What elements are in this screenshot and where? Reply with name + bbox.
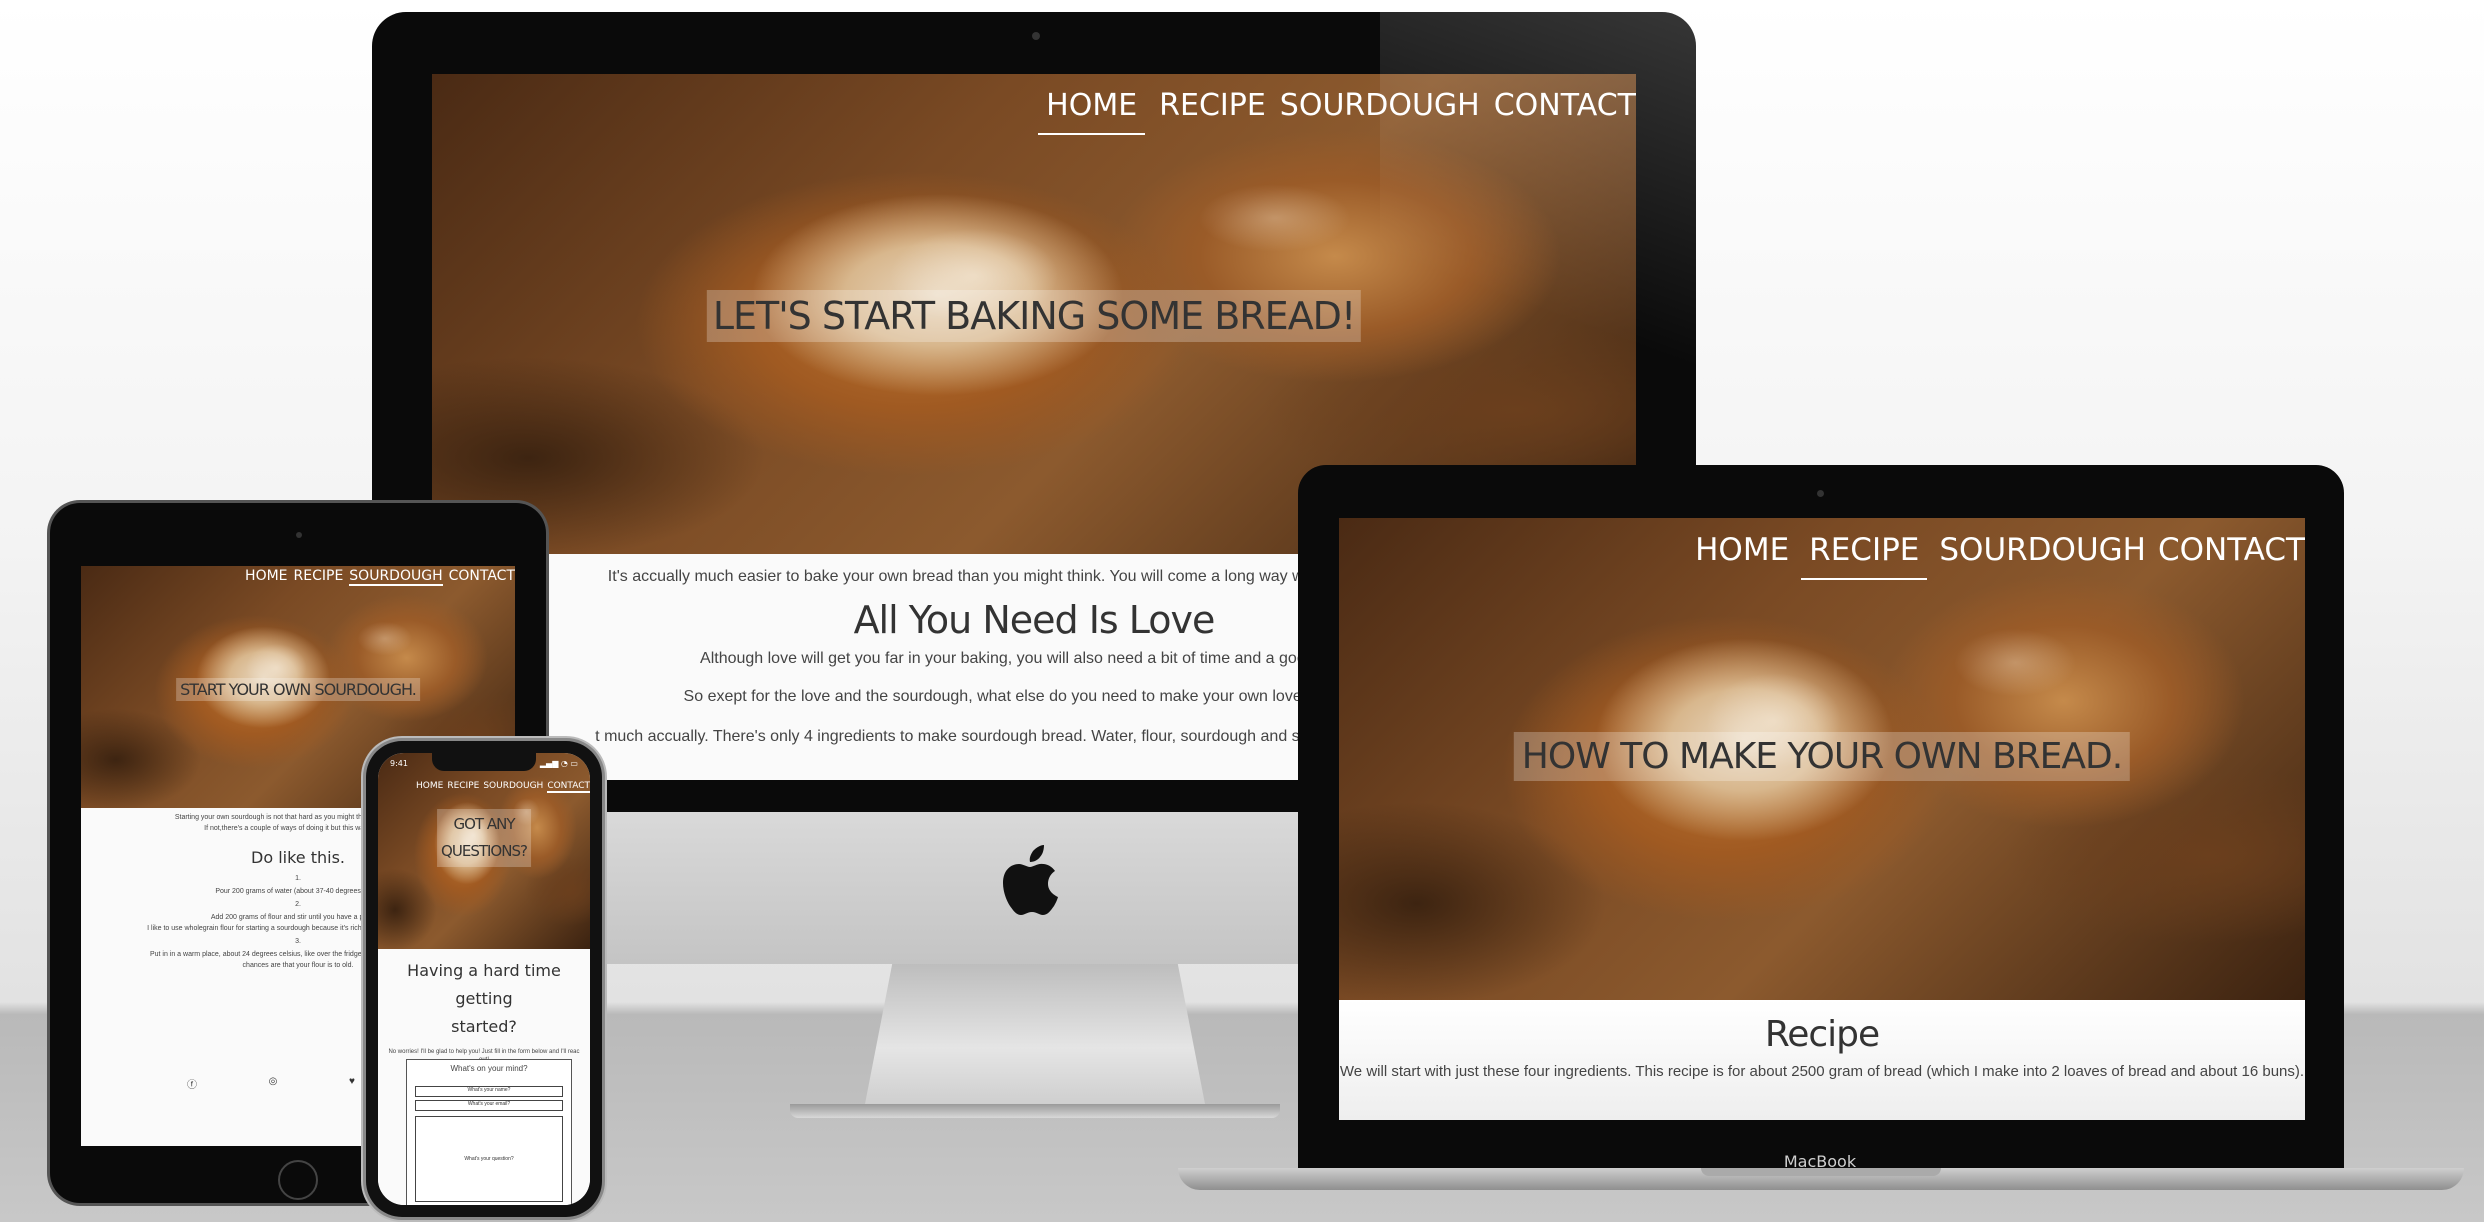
- macbook-camera: [1817, 490, 1824, 497]
- hero-title: START YOUR OWN SOURDOUGH.: [176, 678, 420, 701]
- nav-recipe[interactable]: RECIPE: [447, 781, 479, 791]
- nav-recipe[interactable]: RECIPE: [1159, 88, 1266, 123]
- nav-home[interactable]: HOME: [245, 568, 287, 584]
- main-nav: HOME RECIPE SOURDOUGH CONTACT: [245, 568, 515, 586]
- instagram-icon[interactable]: ◎: [269, 1076, 278, 1091]
- paragraph: We will start with just these four ingre…: [1339, 1063, 2305, 1080]
- paragraph: No worries! I'll be glad to help you! Ju…: [388, 1049, 580, 1055]
- hero-title-line: GOT ANY: [453, 815, 515, 833]
- status-bar: 9:41 ▂▄▆ ◔ ▭: [390, 759, 578, 768]
- iphone-screen: 9:41 ▂▄▆ ◔ ▭ HOME RECIPE SOURDOUGH CONTA…: [378, 753, 590, 1205]
- section-heading: Recipe: [1764, 1014, 1880, 1055]
- form-title: What's on your mind?: [450, 1064, 528, 1073]
- nav-sourdough[interactable]: SOURDOUGH: [1939, 532, 2146, 568]
- nav-recipe[interactable]: RECIPE: [1801, 532, 1928, 580]
- facebook-icon[interactable]: ⓕ: [187, 1076, 197, 1091]
- nav-home[interactable]: HOME: [1695, 532, 1789, 568]
- nav-sourdough[interactable]: SOURDOUGH: [483, 781, 543, 791]
- main-nav: HOME RECIPE SOURDOUGH CONTACT: [416, 781, 590, 793]
- nav-contact[interactable]: CONTACT: [449, 568, 515, 584]
- status-icons: ▂▄▆ ◔ ▭: [539, 759, 578, 768]
- nav-contact[interactable]: CONTACT: [1494, 88, 1636, 123]
- name-field[interactable]: What's your name?: [415, 1086, 563, 1097]
- status-time: 9:41: [390, 759, 408, 768]
- nav-contact[interactable]: CONTACT: [547, 781, 590, 793]
- ipad-camera: [296, 532, 302, 538]
- twitter-icon[interactable]: ♥: [349, 1076, 355, 1091]
- hero-title: LET'S START BAKING SOME BREAD!: [706, 290, 1362, 342]
- ipad-home-button: [278, 1160, 318, 1200]
- heading-line: started?: [451, 1017, 517, 1036]
- section-heading: Having a hard time getting started?: [378, 957, 590, 1041]
- main-nav: HOME RECIPE SOURDOUGH CONTACT: [1695, 532, 2305, 580]
- apple-logo-icon: [1003, 845, 1058, 915]
- nav-sourdough[interactable]: SOURDOUGH: [349, 568, 443, 586]
- question-textarea[interactable]: What's your question?: [415, 1116, 563, 1202]
- contact-section: Having a hard time getting started? No w…: [378, 949, 590, 1205]
- macbook-notch: [1701, 1168, 1941, 1176]
- imac-stand: [865, 964, 1205, 1104]
- nav-home[interactable]: HOME: [1038, 88, 1146, 135]
- imac-camera: [1032, 32, 1040, 40]
- contact-form: What's on your mind? What's your name? W…: [406, 1059, 572, 1205]
- macbook-screen: HOME RECIPE SOURDOUGH CONTACT HOW TO MAK…: [1339, 518, 2305, 1120]
- hero-title-line: QUESTIONS?: [441, 842, 528, 860]
- main-nav: HOME RECIPE SOURDOUGH CONTACT: [1038, 88, 1636, 135]
- heading-line: Having a hard time getting: [407, 961, 561, 1008]
- hero-title: HOW TO MAKE YOUR OWN BREAD.: [1513, 732, 2131, 781]
- nav-contact[interactable]: CONTACT: [2158, 532, 2305, 568]
- nav-sourdough[interactable]: SOURDOUGH: [1280, 88, 1480, 123]
- imac-foot: [790, 1104, 1280, 1118]
- nav-recipe[interactable]: RECIPE: [294, 568, 344, 584]
- social-links: ⓕ ◎ ♥: [187, 1076, 355, 1091]
- email-field[interactable]: What's your email?: [415, 1100, 563, 1111]
- nav-home[interactable]: HOME: [416, 781, 443, 791]
- recipe-section: Recipe We will start with just these fou…: [1339, 1000, 2305, 1120]
- hero-title: GOT ANY QUESTIONS?: [437, 809, 531, 867]
